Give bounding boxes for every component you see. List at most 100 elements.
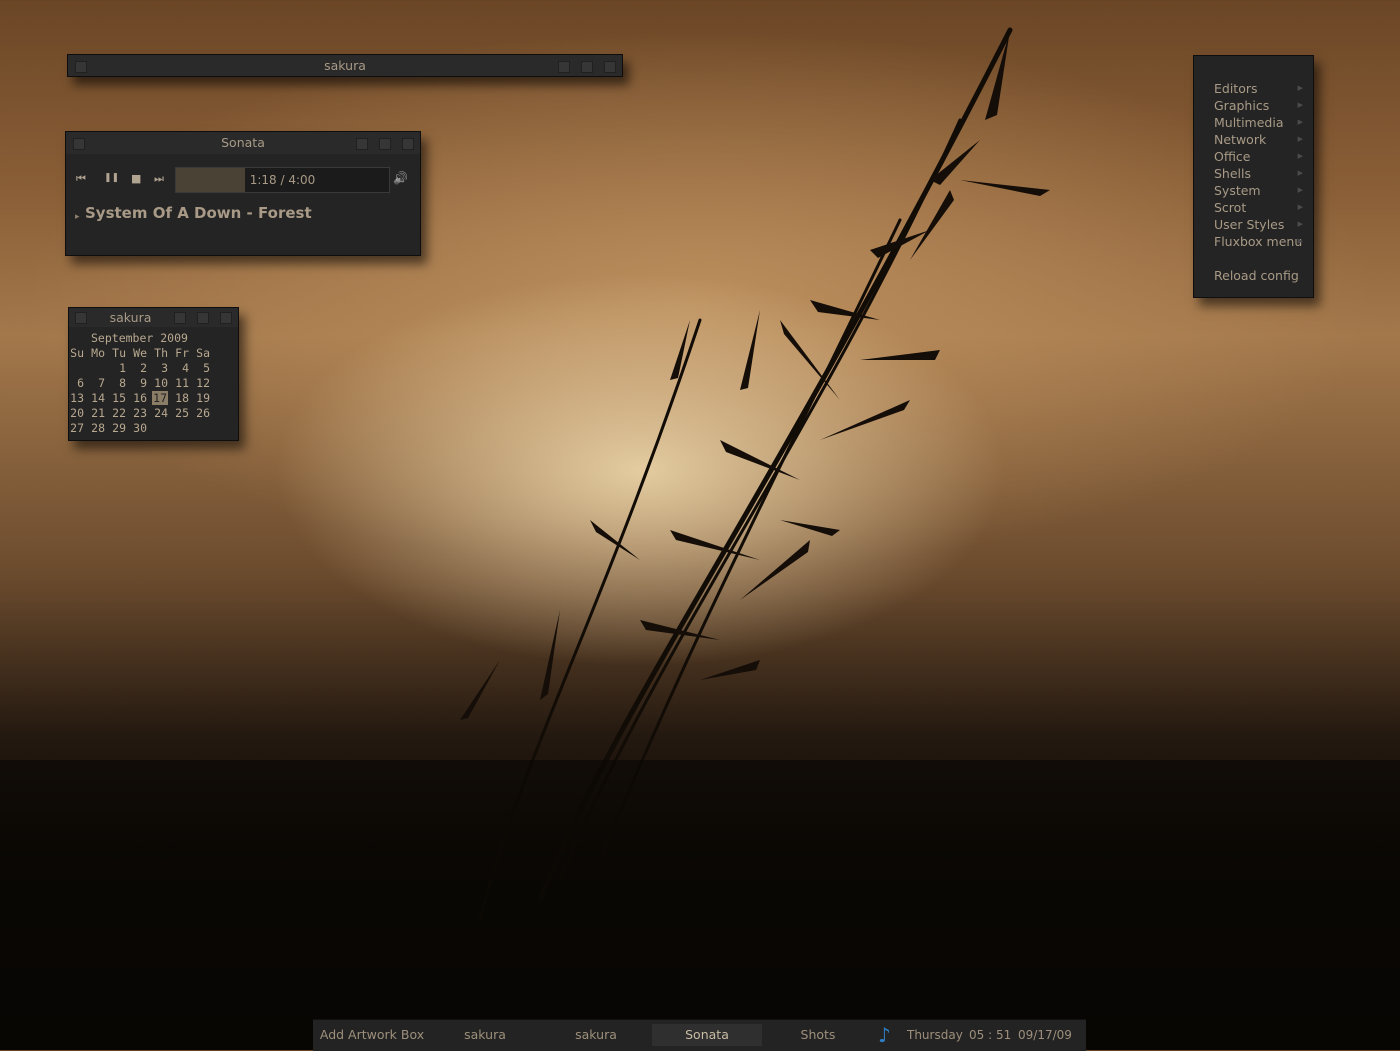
menu-item-network[interactable]: Network ▶ [1194, 131, 1313, 148]
calendar-day[interactable]: 29 [105, 421, 126, 436]
stop-icon[interactable]: ■ [131, 172, 141, 185]
calendar-day[interactable]: 19 [189, 391, 210, 406]
sonata-window[interactable]: Sonata ⏮ ❚❚ ■ ⏭ 1:18 / 4:00 🔊 ▸ System O… [65, 131, 421, 256]
next-track-icon[interactable]: ⏭ [154, 172, 164, 186]
maximize-button[interactable] [581, 61, 593, 73]
menu-item-shells[interactable]: Shells ▶ [1194, 165, 1313, 182]
calendar-day[interactable]: 4 [168, 361, 189, 376]
submenu-arrow-icon: ▶ [1297, 203, 1303, 211]
calendar-day[interactable]: 23 [126, 406, 147, 421]
menu-item-office[interactable]: Office ▶ [1194, 148, 1313, 165]
calendar-week: 13 14 15 16 17 18 19 [63, 391, 210, 406]
calendar-day[interactable]: 3 [147, 361, 168, 376]
calendar-titlebar[interactable]: sakura [69, 308, 238, 327]
calendar-day[interactable]: 11 [168, 376, 189, 391]
menu-item-graphics[interactable]: Graphics ▶ [1194, 97, 1313, 114]
taskbar-item-sonata[interactable]: Sonata [652, 1024, 762, 1046]
root-menu[interactable]: Editors ▶ Graphics ▶ Multimedia ▶ Network ▶ Offi… [1193, 55, 1314, 298]
calendar-day[interactable]: 13 [63, 391, 84, 406]
maximize-button[interactable] [379, 138, 391, 150]
minimize-button[interactable] [558, 61, 570, 73]
menu-item-user-styles[interactable]: User Styles ▶ [1194, 216, 1313, 233]
taskbar-item-sakura[interactable]: sakura [541, 1024, 651, 1046]
close-button[interactable] [220, 312, 232, 324]
menu-item-label: Scrot [1214, 200, 1247, 215]
submenu-arrow-icon: ▶ [1297, 237, 1303, 245]
sonata-titlebar[interactable]: Sonata [66, 132, 420, 154]
calendar-day[interactable]: 22 [105, 406, 126, 421]
calendar-day[interactable]: 18 [168, 391, 189, 406]
submenu-arrow-icon: ▶ [1297, 186, 1303, 194]
pause-icon[interactable]: ❚❚ [104, 173, 119, 183]
calendar-day[interactable]: 15 [105, 391, 126, 406]
calendar-day[interactable]: 20 [63, 406, 84, 421]
taskbar-item-add-artwork-box[interactable]: Add Artwork Box [317, 1024, 427, 1046]
taskbar-item-shots[interactable]: Shots [763, 1024, 873, 1046]
maximize-button[interactable] [197, 312, 209, 324]
menu-item-label: Multimedia [1214, 115, 1284, 130]
calendar-weekdays: Su Mo Tu We Th Fr Sa [63, 346, 210, 361]
menu-item-label: User Styles [1214, 217, 1285, 232]
menu-item-label: System [1214, 183, 1261, 198]
minimize-button[interactable] [356, 138, 368, 150]
calendar-day[interactable]: 14 [84, 391, 105, 406]
clock-date: 09/17/09 [1018, 1028, 1072, 1042]
terminal-titlebar[interactable]: sakura [68, 55, 622, 76]
menu-item-system[interactable]: System ▶ [1194, 182, 1313, 199]
window-title: Sonata [221, 135, 265, 150]
calendar-grid: Su Mo Tu We Th Fr Sa 1 2 3 4 5 6 7 8 9 10 11 12 13 14 15 16 17 1… [63, 346, 210, 436]
menu-item-editors[interactable]: Editors ▶ [1194, 80, 1313, 97]
music-note-icon[interactable]: ♪ [878, 1023, 891, 1047]
minimize-button[interactable] [174, 312, 186, 324]
calendar-day[interactable]: 24 [147, 406, 168, 421]
window-menu-button[interactable] [73, 138, 85, 150]
window-menu-button[interactable] [75, 312, 87, 324]
calendar-day[interactable]: 27 [63, 421, 84, 436]
calendar-day[interactable]: 8 [105, 376, 126, 391]
menu-item-reload-config[interactable]: Reload config [1194, 267, 1313, 284]
calendar-day[interactable]: 10 [147, 376, 168, 391]
calendar-day[interactable]: 2 [126, 361, 147, 376]
calendar-window[interactable]: sakura September 2009 Su Mo Tu We Th Fr Sa 1 2 3 4… [68, 307, 239, 441]
calendar-day[interactable]: 26 [189, 406, 210, 421]
terminal-window[interactable]: sakura [67, 54, 623, 77]
calendar-day[interactable]: 12 [189, 376, 210, 391]
root-menu-list: Editors ▶ Graphics ▶ Multimedia ▶ Network ▶ Offi… [1194, 80, 1313, 284]
progress-time: 1:18 / 4:00 [249, 173, 316, 187]
clock-time: 05 : 51 [969, 1028, 1012, 1042]
menu-item-multimedia[interactable]: Multimedia ▶ [1194, 114, 1313, 131]
calendar-day[interactable]: 25 [168, 406, 189, 421]
previous-track-icon[interactable]: ⏮ [76, 172, 86, 186]
calendar-day[interactable]: 1 [105, 361, 126, 376]
calendar-month-label: September 2009 [91, 331, 188, 345]
calendar-day[interactable]: 30 [126, 421, 147, 436]
menu-item-scrot[interactable]: Scrot ▶ [1194, 199, 1313, 216]
submenu-arrow-icon: ▶ [1297, 118, 1303, 126]
calendar-day-today[interactable]: 17 [147, 391, 168, 406]
menu-item-label: Shells [1214, 166, 1252, 181]
calendar-day[interactable]: 6 [63, 376, 84, 391]
calendar-day[interactable]: 21 [84, 406, 105, 421]
calendar-day[interactable]: 7 [84, 376, 105, 391]
calendar-week: 20 21 22 23 24 25 26 [63, 406, 210, 421]
calendar-week: 6 7 8 9 10 11 12 [63, 376, 210, 391]
taskbar-item-sakura[interactable]: sakura [430, 1024, 540, 1046]
window-title: sakura [324, 58, 366, 73]
progress-bar[interactable]: 1:18 / 4:00 [175, 167, 390, 193]
menu-item-label: Editors [1214, 81, 1258, 96]
calendar-day[interactable]: 5 [189, 361, 210, 376]
menu-item-fluxbox-menu[interactable]: Fluxbox menu ▶ [1194, 233, 1313, 250]
window-title: sakura [109, 310, 152, 325]
submenu-arrow-icon: ▶ [1297, 220, 1303, 228]
weekday-label: Mo [91, 346, 105, 360]
submenu-arrow-icon: ▶ [1297, 152, 1303, 160]
clock-day: Thursday [907, 1028, 963, 1042]
calendar-day[interactable]: 9 [126, 376, 147, 391]
expander-icon[interactable]: ▸ [75, 212, 80, 222]
window-menu-button[interactable] [75, 61, 87, 73]
close-button[interactable] [402, 138, 414, 150]
close-button[interactable] [604, 61, 616, 73]
volume-icon[interactable]: 🔊 [393, 171, 408, 185]
calendar-day[interactable]: 28 [84, 421, 105, 436]
calendar-day[interactable]: 16 [126, 391, 147, 406]
